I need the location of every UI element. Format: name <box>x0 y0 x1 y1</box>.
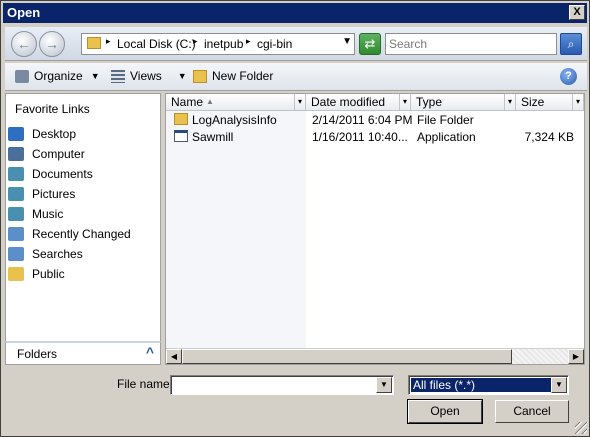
sort-ascending-icon: ▲ <box>206 97 214 106</box>
favorite-link-label: Music <box>32 207 64 221</box>
file-name: Sawmill <box>192 130 234 144</box>
favorite-link-label: Recently Changed <box>32 227 131 241</box>
breadcrumb-separator[interactable]: ▸ <box>246 36 251 47</box>
favorite-link-music[interactable]: Music <box>8 204 158 224</box>
folder-icon <box>87 37 101 49</box>
computer-icon <box>8 147 24 161</box>
favorite-links-pane: Favorite Links Desktop Computer Documents P… <box>5 93 161 363</box>
scrollbar-thumb[interactable] <box>182 349 512 364</box>
favorite-link-documents[interactable]: Documents <box>8 164 158 184</box>
title-bar[interactable]: Open X <box>3 3 587 23</box>
close-button[interactable]: X <box>569 5 585 20</box>
search-icon[interactable]: ⌕ <box>560 33 582 55</box>
file-type: Application <box>417 130 476 144</box>
favorite-link-label: Documents <box>32 167 93 181</box>
favorite-link-label: Searches <box>32 247 83 261</box>
column-header-size[interactable]: Size ▾ <box>516 94 584 111</box>
file-date: 2/14/2011 6:04 PM <box>312 113 413 127</box>
new-folder-icon <box>193 69 207 83</box>
documents-icon <box>8 167 24 181</box>
open-dialog: Open X ← → ▸ Local Disk (C:) ▸ inetpub ▸… <box>0 0 590 437</box>
favorite-link-pictures[interactable]: Pictures <box>8 184 158 204</box>
column-filter-icon[interactable]: ▾ <box>294 94 305 110</box>
organize-icon <box>15 69 29 83</box>
file-type-value: All files (*.*) <box>411 378 551 392</box>
organize-button[interactable]: Organize ▼ <box>15 69 100 83</box>
window-title: Open <box>7 5 41 20</box>
new-folder-label: New Folder <box>212 69 274 83</box>
file-type-select[interactable]: All files (*.*) ▼ <box>408 375 569 395</box>
views-icon <box>111 69 125 83</box>
favorite-link-label: Computer <box>32 147 85 161</box>
cancel-button[interactable]: Cancel <box>495 400 569 423</box>
file-size: 7,324 KB <box>524 130 574 144</box>
desktop-icon <box>8 127 24 141</box>
favorite-link-desktop[interactable]: Desktop <box>8 124 158 144</box>
breadcrumb-separator[interactable]: ▸ <box>106 36 111 47</box>
public-folder-icon <box>8 267 24 281</box>
chevron-down-icon[interactable]: ▼ <box>376 377 392 393</box>
folders-label: Folders <box>17 347 58 361</box>
breadcrumb-separator[interactable]: ▸ <box>193 36 198 47</box>
file-name-input[interactable]: ▼ <box>170 375 394 395</box>
favorite-links-title: Favorite Links <box>15 102 90 116</box>
help-icon[interactable]: ? <box>560 68 577 85</box>
chevron-down-icon: ▼ <box>90 71 100 81</box>
column-filter-icon[interactable]: ▾ <box>504 94 515 110</box>
breadcrumb-cgi-bin[interactable]: cgi-bin <box>257 37 292 51</box>
application-icon <box>174 130 188 142</box>
file-name: LogAnalysisInfo <box>192 113 277 127</box>
favorite-link-label: Pictures <box>32 187 76 201</box>
folders-toggle[interactable]: Folders ^ <box>5 341 161 365</box>
chevron-down-icon[interactable]: ▼ <box>551 377 567 393</box>
favorite-link-computer[interactable]: Computer <box>8 144 158 164</box>
favorite-link-label: Public <box>32 267 65 281</box>
file-date: 1/16/2011 10:40... <box>312 130 408 144</box>
address-dropdown-icon[interactable]: ▼ <box>342 36 352 47</box>
file-name-label: File name: <box>117 377 174 391</box>
pictures-icon <box>8 187 24 201</box>
back-button[interactable]: ← <box>11 31 37 57</box>
column-filter-icon[interactable]: ▾ <box>572 94 583 110</box>
views-button[interactable]: Views ▼ <box>111 69 187 83</box>
refresh-button[interactable]: ⇄ <box>359 33 381 55</box>
column-header-name[interactable]: Name ▲ ▾ <box>166 94 306 111</box>
chevron-up-icon: ^ <box>145 344 154 360</box>
searches-icon <box>8 247 24 261</box>
address-bar[interactable]: ▸ Local Disk (C:) ▸ inetpub ▸ cgi-bin ▼ <box>81 33 355 55</box>
open-button[interactable]: Open <box>407 399 483 424</box>
organize-label: Organize <box>34 69 83 83</box>
navigation-bar: ← → ▸ Local Disk (C:) ▸ inetpub ▸ cgi-bi… <box>5 27 587 61</box>
forward-button[interactable]: → <box>39 31 65 57</box>
column-header-date[interactable]: Date modified ▾ <box>306 94 411 111</box>
recent-icon <box>8 227 24 241</box>
music-icon <box>8 207 24 221</box>
column-filter-icon[interactable]: ▾ <box>399 94 410 110</box>
resize-grip[interactable] <box>575 422 587 434</box>
file-row[interactable]: Sawmill 1/16/2011 10:40... Application 7… <box>172 129 584 145</box>
views-label: Views <box>130 69 162 83</box>
column-header-type[interactable]: Type ▾ <box>411 94 516 111</box>
folder-icon <box>174 113 188 125</box>
search-input[interactable]: Search <box>385 33 557 55</box>
file-row[interactable]: LogAnalysisInfo 2/14/2011 6:04 PM File F… <box>172 112 584 128</box>
file-list: Name ▲ ▾ Date modified ▾ Type ▾ Size ▾ L… <box>165 93 585 365</box>
breadcrumb-local-disk[interactable]: Local Disk (C:) <box>117 37 196 51</box>
scroll-right-button[interactable]: ▶ <box>568 349 584 364</box>
scroll-left-button[interactable]: ◀ <box>166 349 182 364</box>
favorite-link-label: Desktop <box>32 127 77 141</box>
command-toolbar: Organize ▼ Views ▼ New Folder ? <box>5 63 587 91</box>
favorite-link-searches[interactable]: Searches <box>8 244 158 264</box>
chevron-down-icon: ▼ <box>177 71 187 81</box>
new-folder-button[interactable]: New Folder <box>193 69 273 83</box>
horizontal-scrollbar[interactable]: ◀ ▶ <box>166 348 584 364</box>
favorite-link-recently-changed[interactable]: Recently Changed <box>8 224 158 244</box>
breadcrumb-inetpub[interactable]: inetpub <box>204 37 243 51</box>
favorite-link-public[interactable]: Public <box>8 264 158 284</box>
file-type: File Folder <box>417 113 474 127</box>
